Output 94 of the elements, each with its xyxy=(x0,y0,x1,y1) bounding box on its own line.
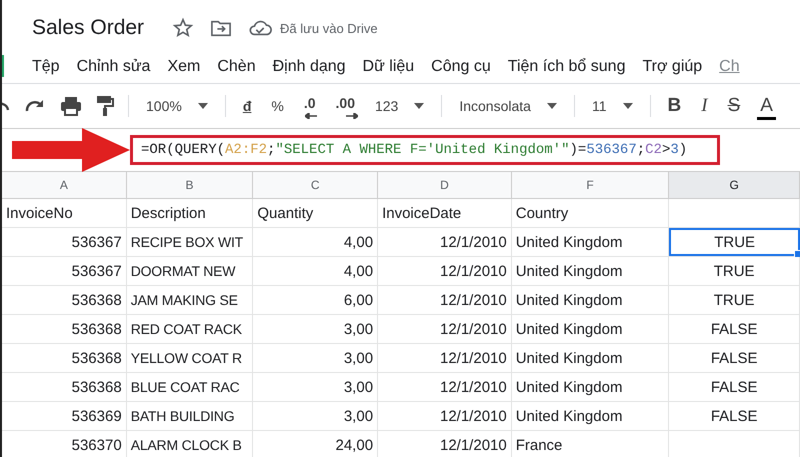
table-cell: 536367 xyxy=(2,228,127,256)
table-cell: 12/1/2010 xyxy=(378,373,512,401)
column-header[interactable]: B xyxy=(126,172,254,198)
column-header[interactable]: A xyxy=(2,172,127,198)
menu-item[interactable]: Công cụ xyxy=(431,58,491,76)
table-cell: TRUE xyxy=(669,228,800,256)
column-header[interactable]: D xyxy=(378,172,512,198)
text-color-button[interactable]: A xyxy=(757,92,776,120)
table-cell: 3,00 xyxy=(253,315,378,343)
toolbar-dropdown[interactable]: 100% xyxy=(143,96,211,116)
caret-icon xyxy=(414,103,424,109)
table-cell: 12/1/2010 xyxy=(378,286,512,314)
table-cell: 12/1/2010 xyxy=(378,228,512,256)
caret-icon xyxy=(546,103,557,109)
caret-icon xyxy=(622,103,632,109)
redo-icon[interactable] xyxy=(24,98,46,114)
cloud-check-icon[interactable] xyxy=(248,19,272,37)
table-cell: 536367 xyxy=(2,257,127,285)
formula-input[interactable]: =OR(QUERY(A2:F2;"SELECT A WHERE F='United Kingdom'")=536367;C2>3) xyxy=(141,142,688,158)
table-cell: United Kingdom xyxy=(512,315,670,343)
menu-item[interactable]: Chỉnh sửa xyxy=(76,58,150,76)
table-cell: InvoiceNo xyxy=(2,199,127,227)
table-cell: RED COAT RACK xyxy=(126,315,254,343)
table-cell: DOORMAT NEW xyxy=(126,257,254,285)
menu-item[interactable]: Tệp xyxy=(32,58,60,76)
strikethrough-button[interactable]: S xyxy=(724,93,744,119)
star-icon[interactable] xyxy=(172,17,194,39)
table-cell: France xyxy=(512,431,670,457)
table-cell: 3,00 xyxy=(253,344,378,372)
left-arrow-icon xyxy=(304,113,317,119)
menu-item[interactable]: Định dạng xyxy=(272,58,346,76)
table-cell: Quantity xyxy=(253,199,378,227)
currency-format-button[interactable]: đ xyxy=(240,96,254,116)
table-cell: Country xyxy=(512,199,670,227)
table-cell: FALSE xyxy=(669,344,800,372)
table-cell: 24,00 xyxy=(253,431,378,457)
table-cell: 536368 xyxy=(2,344,127,372)
document-title[interactable]: Sales Order xyxy=(32,16,144,40)
table-cell: United Kingdom xyxy=(512,344,670,372)
table-cell: BLUE COAT RAC xyxy=(126,373,254,401)
percent-format-button[interactable]: % xyxy=(268,96,287,116)
column-header[interactable]: C xyxy=(253,172,378,198)
table-cell: RECIPE BOX WIT xyxy=(126,228,254,256)
table-cell: 536370 xyxy=(2,431,127,457)
table-cell: FALSE xyxy=(669,373,800,401)
table-cell: 12/1/2010 xyxy=(378,431,512,457)
save-status: Đã lưu vào Drive xyxy=(280,20,378,36)
move-folder-icon[interactable] xyxy=(210,18,232,38)
table-cell: YELLOW COAT R xyxy=(126,344,254,372)
table-cell: 12/1/2010 xyxy=(378,402,512,430)
table-cell: Description xyxy=(126,199,254,227)
table-cell: 12/1/2010 xyxy=(378,344,512,372)
increase-decimal-button[interactable]: .00 xyxy=(332,93,358,119)
menu-item[interactable]: Chèn xyxy=(217,58,256,76)
table-cell: 536369 xyxy=(2,402,127,430)
last-edit-link[interactable]: Ch xyxy=(719,58,740,76)
table-cell: TRUE xyxy=(669,257,800,285)
table-cell: 3,00 xyxy=(253,402,378,430)
table-cell: 4,00 xyxy=(253,228,378,256)
table-cell: United Kingdom xyxy=(512,228,670,256)
caret-icon xyxy=(198,103,208,109)
table-cell: 3,00 xyxy=(253,373,378,401)
table-cell: United Kingdom xyxy=(512,402,670,430)
menu-item[interactable]: Tiện ích bổ sung xyxy=(508,58,626,76)
table-cell: TRUE xyxy=(669,286,800,314)
menu-item[interactable]: Xem xyxy=(167,58,200,76)
table-cell: FALSE xyxy=(669,402,800,430)
table-cell: ALARM CLOCK B xyxy=(126,431,254,457)
table-cell: InvoiceDate xyxy=(378,199,512,227)
print-icon[interactable] xyxy=(60,96,82,116)
menu-item[interactable]: Trợ giúp xyxy=(642,58,702,76)
table-cell: 536368 xyxy=(2,286,127,314)
menu-item[interactable]: Dữ liệu xyxy=(362,58,414,76)
table-cell: 12/1/2010 xyxy=(378,257,512,285)
toolbar-dropdown[interactable]: 123 xyxy=(372,96,428,116)
table-cell: United Kingdom xyxy=(512,373,670,401)
table-cell: BATH BUILDING xyxy=(126,402,254,430)
table-cell: 4,00 xyxy=(253,257,378,285)
toolbar-dropdown[interactable]: 11 xyxy=(588,96,636,116)
column-header[interactable]: G xyxy=(669,172,800,198)
right-arrow-icon xyxy=(346,113,358,119)
table-cell: 536368 xyxy=(2,315,127,343)
table-cell: FALSE xyxy=(669,315,800,343)
italic-button[interactable]: I xyxy=(698,93,711,119)
toolbar-dropdown[interactable]: Inconsolata xyxy=(456,96,560,116)
table-cell: 12/1/2010 xyxy=(378,315,512,343)
bold-button[interactable]: B xyxy=(664,93,684,119)
table-cell: 536368 xyxy=(2,373,127,401)
table-cell: United Kingdom xyxy=(512,257,670,285)
table-cell: JAM MAKING SE xyxy=(126,286,254,314)
table-cell: United Kingdom xyxy=(512,286,670,314)
decrease-decimal-button[interactable]: .0 xyxy=(300,93,319,119)
table-cell: 6,00 xyxy=(253,286,378,314)
paint-roller-icon[interactable] xyxy=(96,95,114,117)
